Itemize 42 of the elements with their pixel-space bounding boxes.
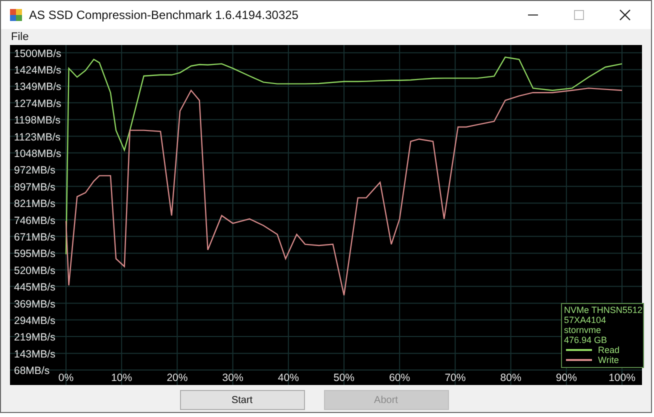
legend-label: Read <box>598 345 620 355</box>
y-axis-label: 897MB/s <box>14 181 56 194</box>
window-title: AS SSD Compression-Benchmark 1.6.4194.30325 <box>29 8 298 22</box>
y-axis-label: 445MB/s <box>14 281 56 294</box>
y-axis-label: 294MB/s <box>14 314 56 327</box>
x-axis-label: 80% <box>500 372 522 384</box>
x-axis-label: 50% <box>334 372 354 384</box>
legend-label: Write <box>598 355 619 365</box>
menu-item[interactable]: File <box>11 31 29 43</box>
y-axis-label: 1349MB/s <box>14 81 62 94</box>
y-axis-label: 595MB/s <box>14 248 56 260</box>
app-icon <box>9 8 23 22</box>
y-axis-label: 1274MB/s <box>14 98 62 110</box>
y-axis-label: 1500MB/s <box>14 48 62 60</box>
y-axis-label: 1123MB/s <box>14 131 60 144</box>
y-axis-label: 68MB/s <box>14 364 50 377</box>
y-axis-label: 746MB/s <box>14 214 56 227</box>
y-axis-label: 1198MB/s <box>14 114 60 127</box>
x-axis-label: 0% <box>58 372 74 384</box>
x-axis-label: 10% <box>111 372 132 384</box>
x-axis-label: 100% <box>608 372 636 384</box>
x-axis-label: 30% <box>222 372 244 384</box>
x-axis-label: 60% <box>389 372 410 384</box>
y-axis-label: 821MB/s <box>14 198 56 210</box>
y-axis-label: 671MB/s <box>14 231 56 244</box>
x-axis-label: 40% <box>278 372 299 384</box>
action-button[interactable]: Start <box>180 390 304 410</box>
y-axis-label: 520MB/s <box>14 264 56 277</box>
close-icon[interactable] <box>619 9 631 21</box>
drive-info-text: NVMe THNSN5512 <box>564 305 643 315</box>
drive-info-text: stornvme <box>564 325 602 335</box>
y-axis-label: 219MB/s <box>14 332 56 344</box>
y-axis-label: 143MB/s <box>14 348 56 360</box>
x-axis-label: 20% <box>166 372 188 384</box>
y-axis-label: 1048MB/s <box>14 148 62 160</box>
y-axis-label: 972MB/s <box>14 164 56 177</box>
drive-info-text: 476.94 GB <box>564 335 608 345</box>
y-axis-label: 369MB/s <box>14 298 56 310</box>
x-axis-label: 90% <box>556 372 577 384</box>
x-axis-label: 70% <box>444 372 466 384</box>
y-axis-label: 1424MB/s <box>14 64 62 77</box>
drive-info-text: 57XA4104 <box>564 315 608 325</box>
